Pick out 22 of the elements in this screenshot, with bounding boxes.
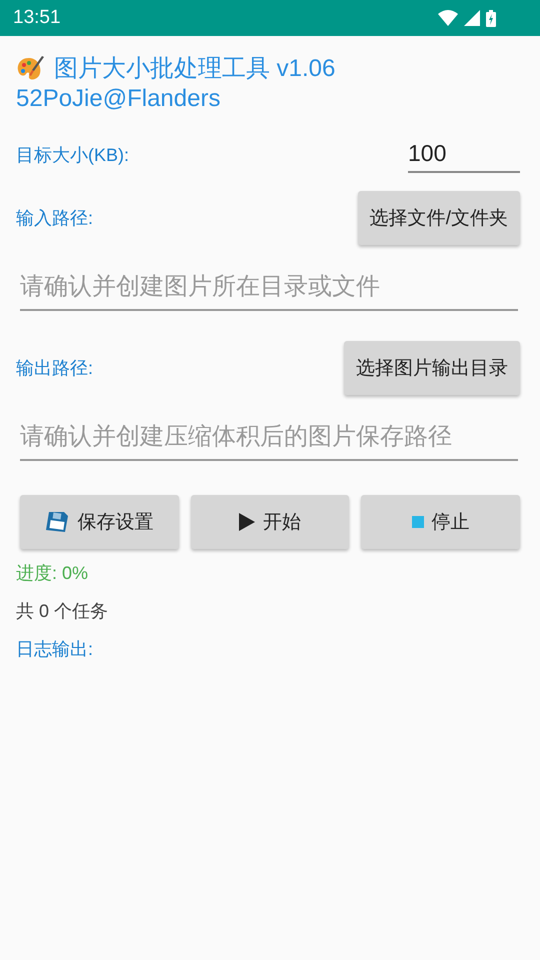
start-button[interactable]: 开始 xyxy=(190,495,350,549)
field-label: 输入路径: xyxy=(16,207,94,230)
field-label: 目标大小(KB): xyxy=(16,144,130,166)
progress-text: 进度: 0% xyxy=(16,562,90,585)
stop-icon xyxy=(412,516,424,528)
log-label: 日志输出: xyxy=(16,638,94,661)
field-label: 输出路径: xyxy=(16,357,94,380)
select-output-button[interactable]: 选择图片输出目录 xyxy=(344,341,520,395)
app-title: 图片大小批处理工具 v1.06 xyxy=(54,54,336,84)
clock-time: 13:51 xyxy=(13,7,61,29)
wifi-icon xyxy=(438,10,458,26)
output-path-field[interactable]: 请确认并创建压缩体积后的图片保存路径 xyxy=(20,415,518,461)
select-files-button[interactable]: 选择文件/文件夹 xyxy=(358,191,520,245)
signal-icon xyxy=(464,10,480,26)
save-button[interactable]: 保存设置 xyxy=(20,495,179,549)
author-text: 52PoJie@Flanders xyxy=(16,84,222,114)
task-count-text: 共 0 个任务 xyxy=(16,600,110,623)
play-icon xyxy=(239,513,255,531)
stop-button[interactable]: 停止 xyxy=(361,495,520,549)
size-input-field[interactable]: 100 xyxy=(408,136,520,173)
input-path-field[interactable]: 请确认并创建图片所在目录或文件 xyxy=(20,265,518,311)
battery-icon xyxy=(486,10,496,26)
